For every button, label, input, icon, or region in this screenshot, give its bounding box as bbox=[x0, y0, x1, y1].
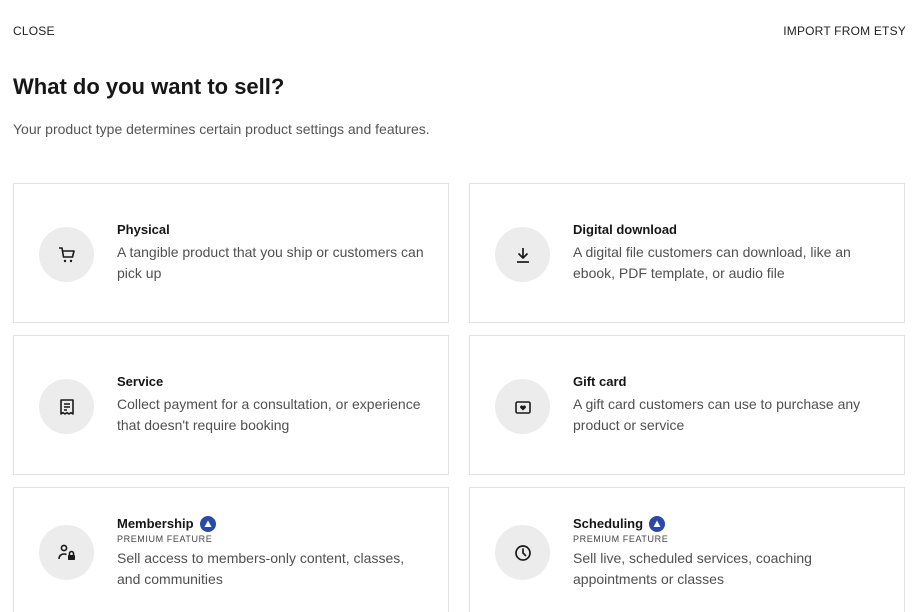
premium-badge-icon bbox=[199, 516, 216, 532]
premium-feature-label: PREMIUM FEATURE bbox=[573, 534, 669, 544]
card-title: Service bbox=[117, 374, 164, 389]
cart-icon bbox=[39, 227, 94, 282]
card-description: A digital file customers can download, l… bbox=[573, 244, 851, 281]
product-type-card-membership[interactable]: Membership PREMIUM FEATURE Sell access t… bbox=[13, 487, 449, 612]
clock-icon bbox=[495, 525, 550, 580]
card-title: Scheduling bbox=[573, 516, 644, 531]
close-button[interactable]: CLOSE bbox=[13, 24, 55, 38]
product-type-card-gift-card[interactable]: Gift card A gift card customers can use … bbox=[469, 335, 905, 475]
card-title-row: Membership bbox=[117, 516, 430, 532]
product-type-card-physical[interactable]: Physical A tangible product that you shi… bbox=[13, 183, 449, 323]
card-title: Gift card bbox=[573, 374, 627, 389]
product-type-dialog: CLOSE IMPORT FROM ETSY What do you want … bbox=[0, 0, 913, 612]
card-description: Collect payment for a consultation, or e… bbox=[117, 396, 421, 433]
page-subtitle: Your product type determines certain pro… bbox=[13, 121, 430, 137]
card-description: Sell live, scheduled services, coaching … bbox=[573, 550, 812, 587]
gift-card-icon bbox=[495, 379, 550, 434]
topbar: CLOSE IMPORT FROM ETSY bbox=[13, 24, 906, 38]
product-type-card-scheduling[interactable]: Scheduling PREMIUM FEATURE Sell live, sc… bbox=[469, 487, 905, 612]
product-type-card-service[interactable]: Service Collect payment for a consultati… bbox=[13, 335, 449, 475]
page-title: What do you want to sell? bbox=[13, 74, 285, 99]
product-type-card-digital-download[interactable]: Digital download A digital file customer… bbox=[469, 183, 905, 323]
card-title-row: Scheduling bbox=[573, 516, 886, 532]
download-icon bbox=[495, 227, 550, 282]
receipt-icon bbox=[39, 379, 94, 434]
premium-feature-label: PREMIUM FEATURE bbox=[117, 534, 213, 544]
card-description: Sell access to members-only content, cla… bbox=[117, 550, 405, 587]
import-from-etsy-button[interactable]: IMPORT FROM ETSY bbox=[783, 24, 906, 38]
card-description: A tangible product that you ship or cust… bbox=[117, 244, 424, 281]
card-title: Physical bbox=[117, 222, 170, 237]
card-title: Digital download bbox=[573, 222, 677, 237]
card-title: Membership bbox=[117, 516, 194, 531]
card-description: A gift card customers can use to purchas… bbox=[573, 396, 861, 433]
member-lock-icon bbox=[39, 525, 94, 580]
premium-badge-icon bbox=[649, 516, 666, 532]
